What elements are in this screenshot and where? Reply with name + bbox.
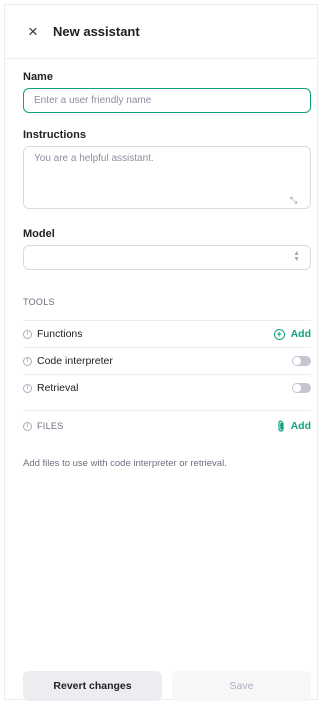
retrieval-toggle[interactable] xyxy=(292,383,311,393)
files-heading: FILES xyxy=(37,421,64,431)
plus-circle-icon: + xyxy=(273,328,285,340)
panel-header: × New assistant xyxy=(5,5,317,59)
tool-row-retrieval: i Retrieval xyxy=(23,374,311,401)
instructions-textarea[interactable] xyxy=(23,146,311,209)
info-icon[interactable]: i xyxy=(23,329,32,339)
add-files-label: Add xyxy=(290,420,311,432)
name-input[interactable] xyxy=(23,88,311,113)
files-row: i FILES Add xyxy=(23,410,311,441)
info-icon[interactable]: i xyxy=(23,383,32,393)
tool-label-functions: Functions xyxy=(37,328,83,340)
add-function-label: Add xyxy=(290,328,311,340)
tool-label-code-interpreter: Code interpreter xyxy=(37,355,113,367)
files-help-text: Add files to use with code interpreter o… xyxy=(23,458,227,469)
add-function-button[interactable]: + Add xyxy=(273,328,311,340)
name-label: Name xyxy=(23,71,53,83)
model-label: Model xyxy=(23,228,55,240)
tools-heading: TOOLS xyxy=(23,297,55,307)
tool-row-code-interpreter: i Code interpreter xyxy=(23,347,311,374)
revert-changes-button[interactable]: Revert changes xyxy=(23,671,162,701)
panel-title: New assistant xyxy=(53,24,140,39)
add-files-button[interactable]: Add xyxy=(277,420,311,432)
close-icon[interactable]: × xyxy=(25,23,41,40)
save-button[interactable]: Save xyxy=(172,671,311,701)
footer-actions: Revert changes Save xyxy=(23,671,311,701)
info-icon[interactable]: i xyxy=(23,421,32,431)
info-icon[interactable]: i xyxy=(23,356,32,366)
resize-handle-icon[interactable]: ⤡ xyxy=(290,195,297,206)
paperclip-icon xyxy=(277,420,285,432)
tool-row-functions: i Functions + Add xyxy=(23,320,311,347)
code-interpreter-toggle[interactable] xyxy=(292,356,311,366)
tool-label-retrieval: Retrieval xyxy=(37,382,79,394)
assistant-panel: × New assistant Name Instructions ⤡ Mode… xyxy=(4,4,318,701)
select-chevron-icon: ▲ ▼ xyxy=(293,250,300,263)
instructions-label: Instructions xyxy=(23,129,86,141)
model-select[interactable]: ▲ ▼ xyxy=(23,245,311,270)
